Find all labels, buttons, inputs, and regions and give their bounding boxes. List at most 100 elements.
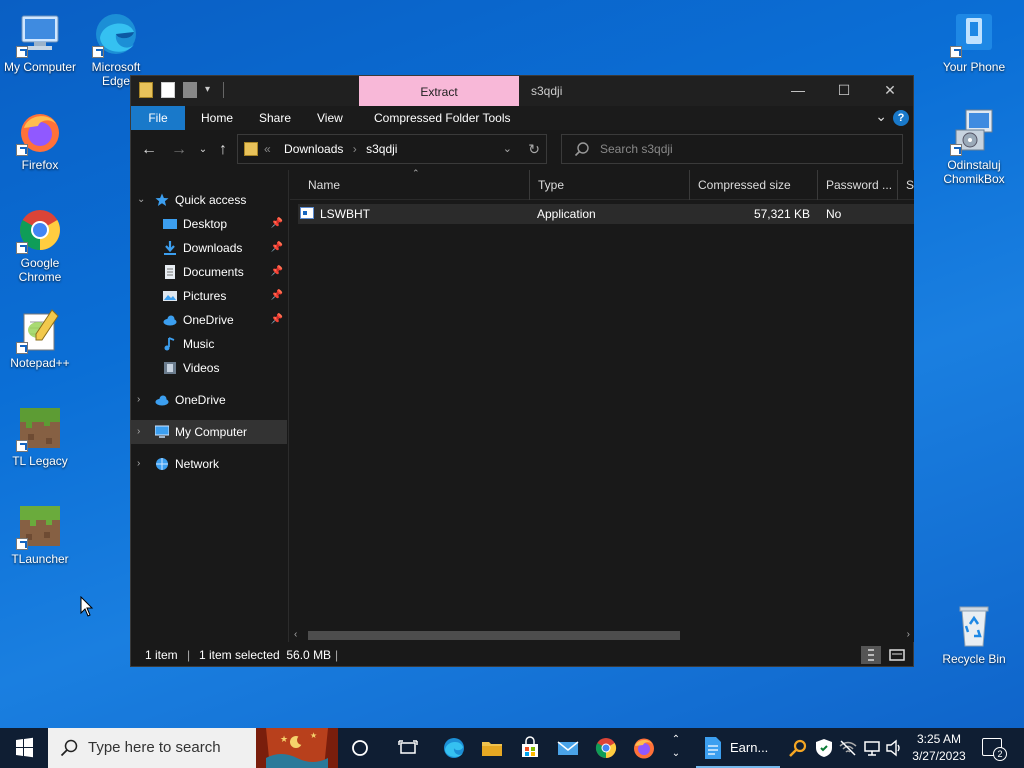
expand-chevron-icon[interactable]: › bbox=[137, 420, 140, 444]
nav-label: Downloads bbox=[183, 241, 243, 255]
ethernet-icon[interactable] bbox=[862, 738, 882, 758]
nav-pictures[interactable]: Pictures 📌 bbox=[131, 284, 287, 308]
desktop-icon-tl-legacy[interactable]: TL Legacy bbox=[0, 404, 80, 468]
security-shield-icon[interactable] bbox=[814, 738, 834, 758]
nav-documents[interactable]: Documents 📌 bbox=[131, 260, 287, 284]
collapse-chevron-icon[interactable]: ⌄ bbox=[137, 188, 145, 212]
nav-onedrive-quick[interactable]: OneDrive 📌 bbox=[131, 308, 287, 332]
pin-icon: 📌 bbox=[270, 242, 283, 253]
grass-block-icon bbox=[16, 404, 64, 452]
tab-share[interactable]: Share bbox=[245, 106, 305, 130]
volume-icon[interactable] bbox=[884, 738, 904, 758]
details-view-button[interactable] bbox=[861, 646, 881, 664]
tab-compressed-folder-tools[interactable]: Compressed Folder Tools bbox=[360, 106, 525, 130]
desktop-icon-my-computer[interactable]: My Computer bbox=[0, 10, 80, 74]
nav-onedrive[interactable]: › OneDrive bbox=[131, 388, 287, 412]
nav-label: My Computer bbox=[175, 425, 248, 439]
magnifier-tray-icon[interactable] bbox=[788, 738, 808, 758]
expand-chevron-icon[interactable]: › bbox=[137, 452, 140, 476]
cell-name: LSWBHT bbox=[320, 207, 371, 221]
tab-home[interactable]: Home bbox=[187, 106, 247, 130]
no-network-icon[interactable] bbox=[838, 738, 858, 758]
file-explorer-icon[interactable] bbox=[480, 736, 504, 760]
search-icon bbox=[60, 739, 78, 757]
recycle-bin-icon bbox=[950, 602, 998, 650]
desktop-icon bbox=[163, 219, 177, 229]
nav-music[interactable]: Music bbox=[131, 332, 287, 356]
desktop-icon-notepadpp[interactable]: Notepad++ bbox=[0, 306, 80, 370]
expand-chevron-icon[interactable]: › bbox=[137, 388, 140, 412]
search-icon bbox=[574, 142, 589, 157]
notification-count-badge: 2 bbox=[993, 747, 1007, 761]
scrollbar-thumb[interactable] bbox=[308, 631, 680, 640]
chrome-icon[interactable] bbox=[594, 736, 618, 760]
download-arrow-icon bbox=[164, 241, 176, 255]
taskbar-search-box[interactable]: Type here to search ★ ★ bbox=[48, 728, 338, 768]
address-bar[interactable]: « Downloads › s3qdji ⌄ ↻ bbox=[237, 134, 547, 164]
nav-my-computer[interactable]: › My Computer bbox=[131, 420, 287, 444]
maximize-button[interactable]: ☐ bbox=[821, 76, 867, 106]
column-password[interactable]: Password ... bbox=[818, 170, 898, 200]
nav-network[interactable]: › Network bbox=[131, 452, 287, 476]
column-compressed-size[interactable]: Compressed size bbox=[690, 170, 818, 200]
taskbar-overflow-chevron-icon[interactable]: ⌃ ⌄ bbox=[666, 728, 686, 768]
tab-extract[interactable]: Extract bbox=[359, 76, 519, 106]
large-icons-view-button[interactable] bbox=[887, 646, 907, 664]
search-input[interactable] bbox=[600, 135, 890, 163]
help-icon[interactable]: ? bbox=[893, 110, 909, 126]
running-app-label: Earn... bbox=[730, 740, 769, 755]
svg-text:★: ★ bbox=[310, 731, 317, 740]
close-button[interactable]: ✕ bbox=[867, 76, 913, 106]
nav-videos[interactable]: Videos bbox=[131, 356, 287, 380]
column-size[interactable]: Si bbox=[898, 170, 914, 200]
desktop-icon-firefox[interactable]: Firefox bbox=[0, 108, 80, 172]
pin-icon: 📌 bbox=[270, 266, 283, 277]
scroll-right-icon[interactable]: › bbox=[907, 628, 910, 642]
start-button[interactable] bbox=[0, 728, 48, 768]
desktop-icon-chomikbox[interactable]: Odinstaluj ChomikBox bbox=[934, 108, 1014, 186]
taskbar-running-app[interactable]: Earn... bbox=[696, 728, 780, 768]
details-view-icon bbox=[868, 649, 874, 661]
desktop-icon-recycle-bin[interactable]: Recycle Bin bbox=[934, 602, 1014, 666]
star-icon bbox=[155, 193, 169, 206]
action-center-button[interactable]: 2 bbox=[982, 738, 1007, 761]
expand-ribbon-icon[interactable]: ⌄ bbox=[875, 108, 887, 125]
task-view-icon[interactable] bbox=[396, 736, 420, 760]
mail-icon[interactable] bbox=[556, 736, 580, 760]
column-type[interactable]: Type bbox=[530, 170, 690, 200]
nav-downloads[interactable]: Downloads 📌 bbox=[131, 236, 287, 260]
nav-quick-access[interactable]: ⌄ Quick access bbox=[131, 188, 287, 212]
mouse-cursor-icon bbox=[80, 596, 94, 617]
address-dropdown-icon[interactable]: ⌄ bbox=[503, 135, 512, 163]
back-button[interactable]: ← bbox=[137, 138, 161, 162]
breadcrumb-s3qdji[interactable]: s3qdji bbox=[366, 142, 397, 156]
desktop-icon-your-phone[interactable]: Your Phone bbox=[934, 10, 1014, 74]
desktop-icon-chrome[interactable]: Google Chrome bbox=[0, 206, 80, 284]
nav-desktop[interactable]: Desktop 📌 bbox=[131, 212, 287, 236]
store-icon[interactable] bbox=[518, 736, 542, 760]
new-folder-icon[interactable] bbox=[183, 82, 197, 98]
forward-button[interactable]: → bbox=[167, 138, 191, 162]
tab-view[interactable]: View bbox=[303, 106, 357, 130]
edge-icon[interactable] bbox=[442, 736, 466, 760]
refresh-icon[interactable]: ↻ bbox=[528, 135, 540, 163]
cell-compressed-size: 57,321 KB bbox=[753, 207, 810, 221]
system-clock[interactable]: 3:25 AM 3/27/2023 bbox=[906, 731, 972, 765]
desktop-icon-tlauncher[interactable]: TLauncher bbox=[0, 502, 80, 566]
horizontal-scrollbar[interactable]: ‹ › bbox=[290, 628, 914, 642]
breadcrumb-downloads[interactable]: Downloads bbox=[284, 142, 343, 156]
customize-toolbar-icon[interactable]: ▾ bbox=[205, 82, 215, 98]
firefox-icon[interactable] bbox=[632, 736, 656, 760]
search-box[interactable] bbox=[561, 134, 903, 164]
minimize-button[interactable]: — bbox=[775, 76, 821, 106]
monitor-icon bbox=[16, 10, 64, 58]
title-bar[interactable]: ▾ Extract s3qdji — ☐ ✕ bbox=[131, 76, 913, 106]
table-row[interactable]: LSWBHT Application 57,321 KB No bbox=[298, 204, 914, 224]
explorer-window[interactable]: ▾ Extract s3qdji — ☐ ✕ File Home Share V… bbox=[130, 75, 914, 667]
up-button[interactable]: ↑ bbox=[211, 138, 235, 162]
tab-file[interactable]: File bbox=[131, 106, 185, 130]
cortana-icon[interactable] bbox=[348, 736, 372, 760]
properties-icon[interactable] bbox=[161, 82, 175, 98]
music-note-icon bbox=[164, 337, 175, 351]
scroll-left-icon[interactable]: ‹ bbox=[294, 628, 297, 642]
